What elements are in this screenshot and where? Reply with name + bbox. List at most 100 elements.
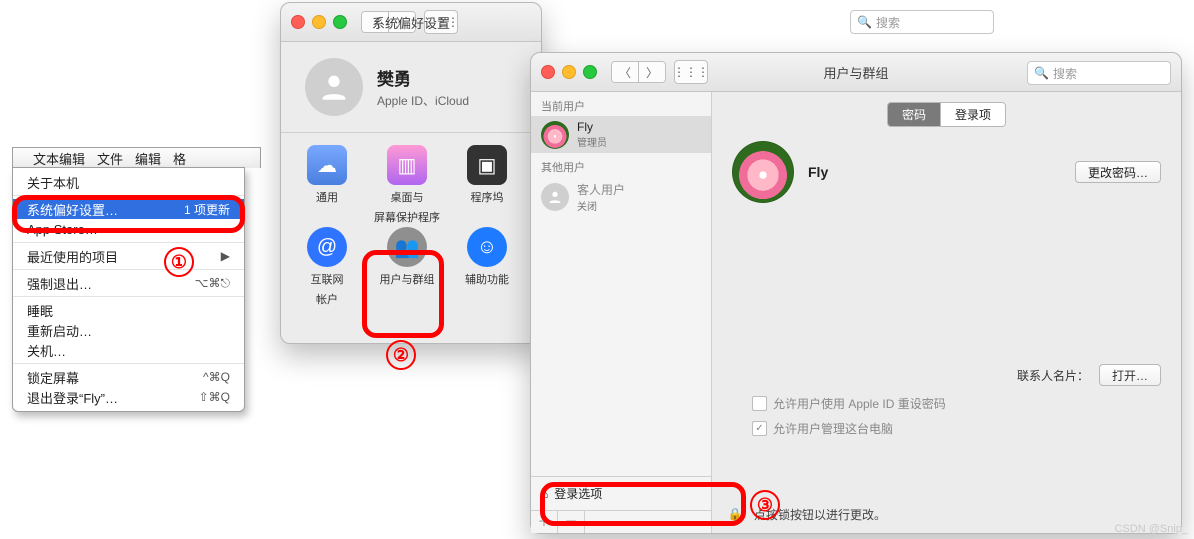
checkbox-icon: ✓: [752, 421, 767, 436]
house-icon: ⌂: [541, 487, 548, 501]
add-user-button[interactable]: ＋: [531, 511, 558, 533]
menu-sleep[interactable]: 睡眠: [13, 300, 244, 320]
user-detail: 密码 登录项 Fly 更改密码… 联系人名片： 打开… 允许用户使用 Apple…: [712, 92, 1181, 533]
zoom-icon[interactable]: [333, 15, 347, 29]
annotation-1: ①: [164, 247, 194, 277]
menu-edit[interactable]: 编辑: [135, 149, 161, 168]
pref-dock[interactable]: ▣程序坞: [447, 145, 527, 227]
zoom-icon[interactable]: [583, 65, 597, 79]
label: 辅助功能: [465, 271, 509, 287]
avatar-icon: [305, 58, 363, 116]
user-role: 关闭: [577, 198, 625, 213]
allow-admin-checkbox[interactable]: ✓ 允许用户管理这台电脑: [712, 416, 1181, 441]
menu-file[interactable]: 文件: [97, 149, 123, 168]
label: 帐户: [316, 291, 338, 307]
show-all-icon[interactable]: ⋮⋮⋮: [424, 10, 458, 34]
profile-name: 樊勇: [377, 65, 469, 90]
pref-general[interactable]: ☁通用: [287, 145, 367, 227]
user-name: 客人用户: [577, 181, 625, 198]
watermark: CSDN @Snip_: [1114, 523, 1188, 535]
add-remove-bar: ＋－: [531, 510, 711, 533]
desktop-icon: ▥: [387, 145, 427, 185]
user-row-fly[interactable]: Fly管理员: [531, 116, 711, 153]
search-icon: 🔍: [857, 15, 872, 29]
menu-extra[interactable]: 格: [173, 149, 186, 168]
menu-lock-screen[interactable]: 锁定屏幕^⌘Q: [13, 367, 244, 387]
back-icon[interactable]: 〈: [362, 12, 388, 32]
menubar: 文本编辑 文件 编辑 格: [12, 147, 261, 168]
submenu-arrow-icon: ▶: [221, 249, 230, 263]
user-role: 管理员: [577, 134, 607, 149]
menu-app[interactable]: 文本编辑: [33, 149, 85, 168]
user-sidebar: 当前用户 Fly管理员 其他用户 客人用户关闭 ⌂ 登录选项 ＋－: [531, 92, 712, 533]
search-input[interactable]: 🔍 搜索: [1027, 61, 1171, 85]
label: 用户与群组: [380, 271, 435, 287]
label: 程序坞: [471, 189, 504, 205]
contact-card-label: 联系人名片：: [1017, 367, 1089, 384]
label: 互联网: [311, 271, 344, 287]
label: 登录选项: [554, 485, 602, 502]
menu-system-preferences[interactable]: 系统偏好设置…1 项更新: [13, 199, 244, 219]
separator: [13, 363, 244, 364]
menu-force-quit[interactable]: 强制退出…⌥⌘⎋: [13, 273, 244, 293]
accessibility-icon: ☺: [467, 227, 507, 267]
section-current: 当前用户: [531, 92, 711, 116]
minimize-icon[interactable]: [562, 65, 576, 79]
menu-restart[interactable]: 重新启动…: [13, 320, 244, 340]
profile-row[interactable]: 樊勇 Apple ID、iCloud: [281, 42, 541, 132]
avatar-icon[interactable]: [732, 141, 794, 203]
tabs: 密码 登录项: [712, 102, 1181, 127]
forward-icon[interactable]: 〉: [388, 12, 415, 32]
tab-login-items[interactable]: 登录项: [940, 103, 1005, 126]
menu-app-store[interactable]: App Store…: [13, 219, 244, 239]
allow-appleid-checkbox[interactable]: 允许用户使用 Apple ID 重设密码: [712, 391, 1181, 416]
menu-about[interactable]: 关于本机: [13, 172, 244, 192]
update-badge: 1 项更新: [184, 201, 230, 218]
separator: [13, 269, 244, 270]
selected-user-name: Fly: [808, 164, 828, 180]
menu-logout[interactable]: 退出登录“Fly”…⇧⌘Q: [13, 387, 244, 407]
profile-sub: Apple ID、iCloud: [377, 92, 469, 109]
label: 桌面与: [391, 189, 424, 205]
search-icon: 🔍: [1034, 66, 1049, 80]
placeholder: 搜索: [1053, 65, 1077, 82]
nav-buttons: 〈 〉: [611, 61, 666, 83]
remove-user-button[interactable]: －: [558, 511, 585, 533]
section-other: 其他用户: [531, 153, 711, 177]
label: 允许用户管理这台电脑: [773, 420, 893, 437]
login-options[interactable]: ⌂ 登录选项: [531, 476, 711, 510]
pref-grid: ☁通用 ▥桌面与屏幕保护程序 ▣程序坞 @互联网帐户 👥用户与群组 ☺辅助功能: [281, 132, 541, 321]
shortcut: ^⌘Q: [203, 370, 230, 384]
tab-password[interactable]: 密码: [888, 103, 940, 126]
pref-internet[interactable]: @互联网帐户: [287, 227, 367, 309]
minimize-icon[interactable]: [312, 15, 326, 29]
avatar-icon: [541, 183, 569, 211]
annotation-3: ③: [750, 490, 780, 520]
annotation-2: ②: [386, 340, 416, 370]
lock-icon: 🔒: [726, 505, 744, 523]
pref-accessibility[interactable]: ☺ 辅助功能: [447, 227, 527, 309]
forward-icon[interactable]: 〉: [638, 62, 665, 82]
show-all-icon[interactable]: ⋮⋮⋮: [674, 60, 708, 84]
search-input[interactable]: 🔍 搜索: [850, 10, 994, 34]
placeholder: 搜索: [876, 14, 900, 31]
close-icon[interactable]: [291, 15, 305, 29]
open-contact-button[interactable]: 打开…: [1099, 364, 1161, 386]
back-icon[interactable]: 〈: [612, 62, 638, 82]
traffic-lights: [291, 15, 347, 29]
shortcut: ⇧⌘Q: [199, 390, 230, 404]
close-icon[interactable]: [541, 65, 555, 79]
label: 屏幕保护程序: [374, 209, 440, 225]
users-icon: 👥: [387, 227, 427, 267]
titlebar: 〈 〉 ⋮⋮⋮ 系统偏好设置: [281, 3, 541, 42]
change-password-button[interactable]: 更改密码…: [1075, 161, 1161, 183]
menu-recent[interactable]: 最近使用的项目▶: [13, 246, 244, 266]
general-icon: ☁: [307, 145, 347, 185]
separator: [13, 296, 244, 297]
user-row-guest[interactable]: 客人用户关闭: [531, 177, 711, 217]
separator: [13, 195, 244, 196]
nav-buttons: 〈 〉: [361, 11, 416, 33]
menu-shutdown[interactable]: 关机…: [13, 340, 244, 360]
pref-desktop[interactable]: ▥ 桌面与屏幕保护程序: [367, 145, 447, 227]
pref-users-groups[interactable]: 👥 用户与群组: [367, 227, 447, 309]
